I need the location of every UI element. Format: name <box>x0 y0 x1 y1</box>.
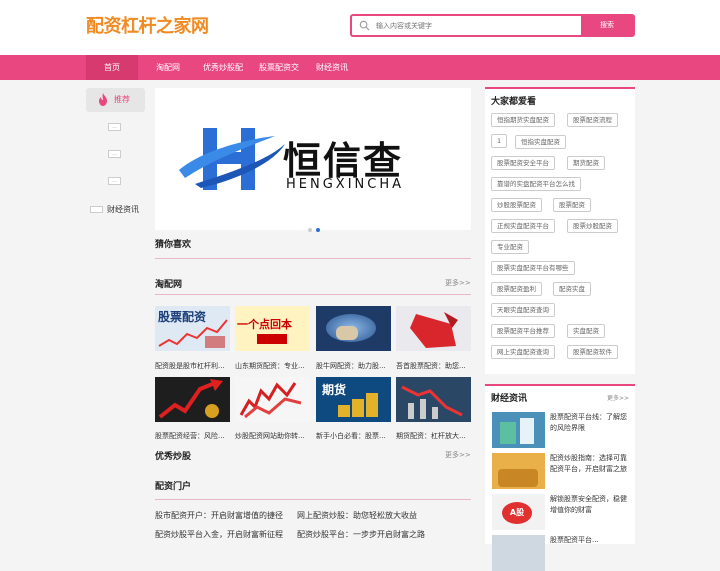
flame-icon <box>99 93 107 106</box>
finance-more-link[interactable]: 更多>> <box>607 393 629 402</box>
finance-link[interactable]: 解锁股票安全配资，稳健增值你的财富 <box>550 494 630 516</box>
search-bar: 搜索 <box>350 14 635 37</box>
thumb-image[interactable] <box>235 377 310 422</box>
recommend-tab[interactable]: 推荐 <box>86 88 145 112</box>
tag-link[interactable]: 实盘配资 <box>567 324 605 338</box>
finance-thumb[interactable]: A股 <box>492 494 545 530</box>
tao-more-link[interactable]: 更多>> <box>445 278 471 288</box>
nav-item-home[interactable]: 首页 <box>86 55 138 80</box>
thumb-caption[interactable]: 新手小白必看：股票... <box>316 431 391 441</box>
tag-link[interactable]: 股票配资软件 <box>567 345 618 359</box>
article-link[interactable]: 股市配资开户：开启财富增值的捷径 <box>155 510 283 521</box>
banner-pagination <box>306 217 322 236</box>
article-link[interactable]: 配资炒股平台入金，开启财富新征程 <box>155 529 283 540</box>
tag-link[interactable]: 股票配资盈利 <box>491 282 542 296</box>
header: 配资杠杆之家网 搜索 <box>0 0 720 55</box>
tag-link[interactable]: 股票配资 <box>553 198 591 212</box>
finance-link[interactable]: 股票配资平台... <box>550 535 630 546</box>
banner-dot-active[interactable] <box>316 228 320 232</box>
nav-item-peizi[interactable]: 股票配资交 <box>254 55 304 80</box>
left-finance-label: 财经资讯 <box>107 205 139 214</box>
search-icon <box>359 20 370 31</box>
tag-link[interactable]: 股票炒股配资 <box>567 219 618 233</box>
popular-panel: 大家都爱看 恒指期货实盘配资 股票配资流程 1 恒指实盘配资 股票配资安全平台 … <box>485 87 635 374</box>
divider <box>155 294 471 295</box>
search-input[interactable] <box>376 16 576 35</box>
tag-link[interactable]: 恒指期货实盘配资 <box>491 113 555 127</box>
tag-link[interactable]: 专业配资 <box>491 240 529 254</box>
youxiu-title[interactable]: 优秀炒股 <box>155 449 191 462</box>
site-logo[interactable]: 配资杠杆之家网 <box>86 12 209 38</box>
finance-link[interactable]: 股票配资平台线：了解您的风险界限 <box>550 412 630 434</box>
tag-link[interactable]: 股票配资流程 <box>567 113 618 127</box>
tao-title[interactable]: 淘配网 <box>155 277 182 290</box>
guess-title: 猜你喜欢 <box>155 240 192 250</box>
thumb-caption[interactable]: 股牛网配资：助力股... <box>316 361 391 371</box>
banner-dot[interactable] <box>308 228 312 232</box>
banner[interactable]: 恒信查 HENGXINCHA <box>155 88 471 230</box>
thumb-image[interactable] <box>396 377 471 422</box>
tag-link[interactable]: 配资实盘 <box>553 282 591 296</box>
finance-title: 财经资讯 <box>491 394 528 404</box>
article-link[interactable]: 配资炒股平台：一步步开启财富之路 <box>297 529 425 540</box>
thumb-image[interactable] <box>316 306 391 351</box>
thumb-caption[interactable]: 吾首股票配资：助您... <box>396 361 471 371</box>
finance-thumb[interactable] <box>492 453 545 489</box>
tag-link[interactable]: 正规实盘配资平台 <box>491 219 555 233</box>
nav-item-taopei[interactable]: 淘配网 <box>146 55 190 80</box>
finance-thumb[interactable] <box>492 535 545 571</box>
tag-link[interactable]: 天眼实盘配资查询 <box>491 303 555 317</box>
left-finance-marker <box>90 206 103 213</box>
youxiu-more-link[interactable]: 更多>> <box>445 450 471 460</box>
banner-brand-en: HENGXINCHA <box>286 177 404 192</box>
divider <box>155 258 471 259</box>
tag-link[interactable]: 炒股股票配资 <box>491 198 542 212</box>
finance-panel: 财经资讯 更多>> 股票配资平台线：了解您的风险界限 配资炒股指南：选择可靠配资… <box>485 384 635 571</box>
finance-thumb[interactable] <box>492 412 545 448</box>
search-button[interactable]: 搜索 <box>581 16 633 35</box>
portal-title: 配资门户 <box>155 482 192 492</box>
thumb-image[interactable] <box>155 377 230 422</box>
thumb-caption[interactable]: 配资股是股市杠杆利... <box>155 361 230 371</box>
main-nav: 首页 淘配网 优秀炒股配 股票配资交 财经资讯 <box>0 55 720 80</box>
article-link[interactable]: 网上配资炒股：助您轻松放大收益 <box>297 510 417 521</box>
tag-link[interactable]: 股票配资平台推荐 <box>491 324 555 338</box>
tag-link[interactable]: 靠谱的实盘配资平台怎么找 <box>491 177 581 191</box>
thumb-caption[interactable]: 期货配资：杠杆放大... <box>396 431 471 441</box>
thumb-caption[interactable]: 炒股配资网站助你转... <box>235 431 310 441</box>
thumb-image[interactable] <box>396 306 471 351</box>
nav-item-youxiu[interactable]: 优秀炒股配 <box>198 55 248 80</box>
left-item[interactable]: ... <box>108 177 121 185</box>
thumb-image[interactable]: 股票配资 <box>155 306 230 351</box>
thumb-image[interactable]: 一个点回本 <box>235 306 310 351</box>
tag-link[interactable]: 期货配资 <box>567 156 605 170</box>
tag-link[interactable]: 恒指实盘配资 <box>515 135 566 149</box>
thumb-caption[interactable]: 山东期货配资：专业... <box>235 361 310 371</box>
tag-link[interactable]: 股票实盘配资平台有哪些 <box>491 261 575 275</box>
left-finance-item[interactable]: 财经资讯 <box>90 204 139 215</box>
left-item[interactable]: ... <box>108 150 121 158</box>
left-item[interactable]: ... <box>108 123 121 131</box>
divider <box>155 499 471 500</box>
recommend-label: 推荐 <box>114 95 130 104</box>
nav-item-finance[interactable]: 财经资讯 <box>312 55 352 80</box>
tag-link[interactable]: 1 <box>491 134 508 148</box>
thumb-caption[interactable]: 股票配资经营：风险... <box>155 431 230 441</box>
thumb-image[interactable]: 期货 <box>316 377 391 422</box>
popular-title: 大家都爱看 <box>491 97 537 107</box>
finance-link[interactable]: 配资炒股指南：选择可靠配资平台，开启财富之旅 <box>550 453 630 475</box>
tag-link[interactable]: 网上实盘配资查询 <box>491 345 555 359</box>
tag-link[interactable]: 股票配资安全平台 <box>491 156 555 170</box>
